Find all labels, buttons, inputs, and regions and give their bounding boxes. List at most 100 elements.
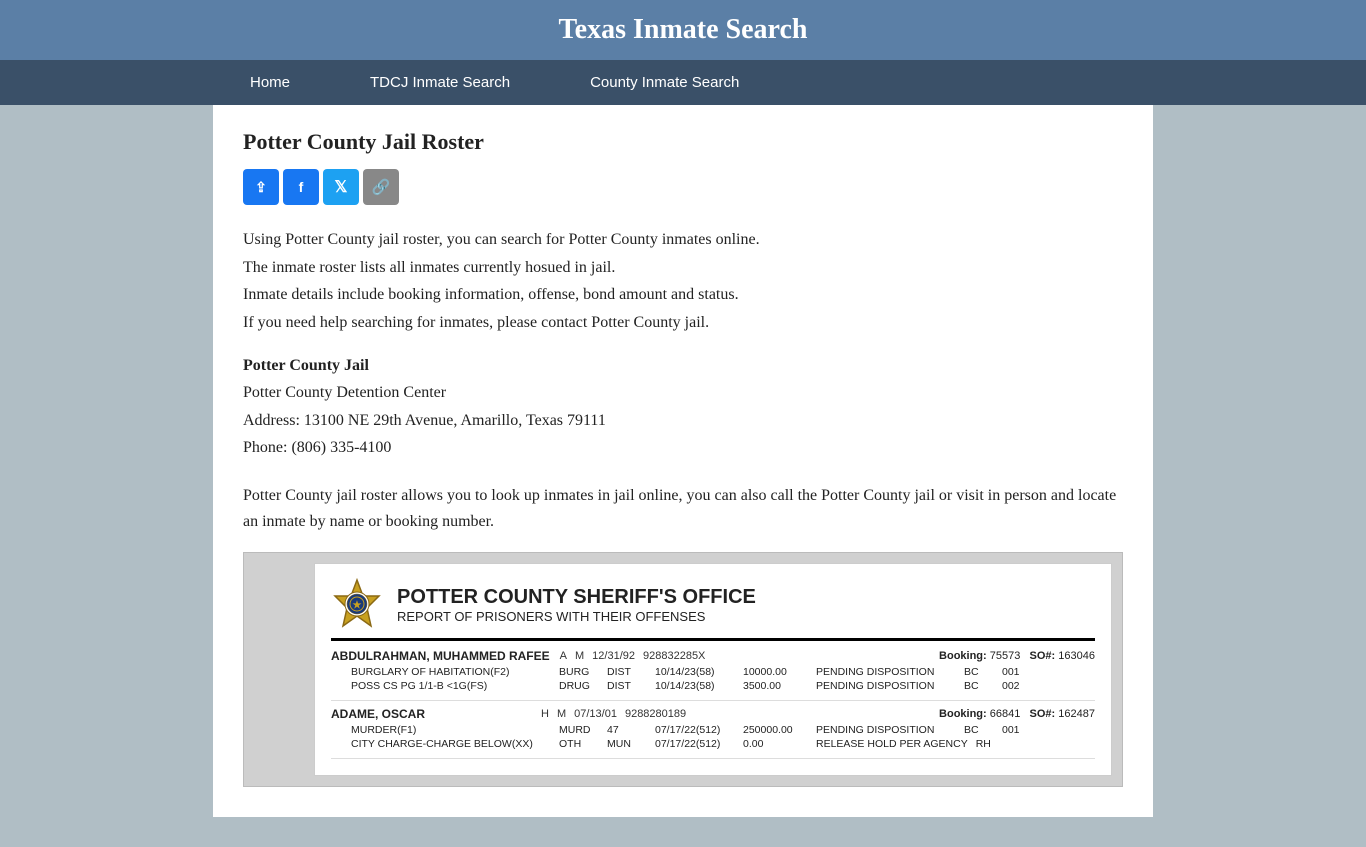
charge-cat: DRUG: [559, 680, 599, 692]
charge-extra: BC: [964, 724, 994, 736]
nav-home[interactable]: Home: [210, 60, 330, 105]
roster-preview-inner: ★ POTTER COUNTY SHERIFF'S OFFICE REPORT …: [314, 563, 1112, 776]
charge-extra: RH: [976, 738, 1006, 750]
inmate-row: ABDULRAHMAN, MUHAMMED RAFEE A M 12/31/92…: [331, 649, 1095, 701]
charge-type: 47: [607, 724, 647, 736]
sheriff-report-title: REPORT OF PRISONERS WITH THEIR OFFENSES: [397, 609, 756, 624]
facebook-icon: f: [299, 179, 304, 195]
desc-line-1: Using Potter County jail roster, you can…: [243, 227, 1123, 253]
inmate-dob: 12/31/92: [592, 650, 635, 662]
sheriff-badge-icon: ★: [331, 578, 383, 630]
charge-amt: 3500.00: [743, 680, 808, 692]
charge-amt: 0.00: [743, 738, 808, 750]
charge-name: CITY CHARGE-CHARGE BELOW(XX): [351, 738, 551, 750]
charge-status: PENDING DISPOSITION: [816, 680, 956, 692]
inmate-race: A: [560, 650, 567, 662]
description-block: Using Potter County jail roster, you can…: [243, 227, 1123, 335]
charge-amt: 250000.00: [743, 724, 808, 736]
charge-cat: MURD: [559, 724, 599, 736]
sheriff-header: ★ POTTER COUNTY SHERIFF'S OFFICE REPORT …: [331, 578, 1095, 630]
charge-name: MURDER(F1): [351, 724, 551, 736]
charge-type: DIST: [607, 666, 647, 678]
charge-line: POSS CS PG 1/1-B <1G(FS) DRUG DIST 10/14…: [331, 680, 1095, 692]
site-title: Texas Inmate Search: [559, 14, 808, 45]
charge-date: 07/17/22(512): [655, 724, 735, 736]
desc-line-4: If you need help searching for inmates, …: [243, 310, 1123, 336]
share-buttons: ⇪ f 𝕏 🔗: [243, 169, 1123, 205]
content-wrapper: Potter County Jail Roster ⇪ f 𝕏 🔗 Using …: [213, 105, 1153, 817]
nav-county[interactable]: County Inmate Search: [550, 60, 779, 105]
so-label: SO#:: [1030, 650, 1056, 662]
charge-status: RELEASE HOLD PER AGENCY: [816, 738, 968, 750]
booking-label: Booking:: [939, 708, 987, 720]
inmate-sid: 928832285X: [643, 650, 705, 662]
charge-num: 001: [1002, 724, 1032, 736]
jail-phone: Phone: (806) 335-4100: [243, 434, 1123, 461]
inmate-sid: 9288280189: [625, 708, 686, 720]
charge-date: 10/14/23(58): [655, 666, 735, 678]
charge-num: 002: [1002, 680, 1032, 692]
booking-num: 75573: [990, 650, 1021, 662]
charge-amt: 10000.00: [743, 666, 808, 678]
booking-info: Booking: 66841 SO#: 162487: [939, 708, 1095, 720]
charge-date: 07/17/22(512): [655, 738, 735, 750]
inmate-race: H: [541, 708, 549, 720]
nav-tdcj[interactable]: TDCJ Inmate Search: [330, 60, 550, 105]
jail-address: Address: 13100 NE 29th Avenue, Amarillo,…: [243, 407, 1123, 434]
desc-line-2: The inmate roster lists all inmates curr…: [243, 255, 1123, 281]
so-num: 163046: [1058, 650, 1095, 662]
share-icon: ⇪: [255, 179, 267, 196]
twitter-button[interactable]: 𝕏: [323, 169, 359, 205]
charge-line: BURGLARY OF HABITATION(F2) BURG DIST 10/…: [331, 666, 1095, 678]
charge-cat: BURG: [559, 666, 599, 678]
charge-type: MUN: [607, 738, 647, 750]
roster-paragraph: Potter County jail roster allows you to …: [243, 483, 1123, 534]
inmate-row: ADAME, OSCAR H M 07/13/01 9288280189 Boo…: [331, 707, 1095, 759]
copy-link-button[interactable]: 🔗: [363, 169, 399, 205]
jail-info-block: Potter County Jail Potter County Detenti…: [243, 357, 1123, 461]
inmate-dob: 07/13/01: [574, 708, 617, 720]
charge-num: 001: [1002, 666, 1032, 678]
charge-line: MURDER(F1) MURD 47 07/17/22(512) 250000.…: [331, 724, 1095, 736]
sheriff-title-block: POTTER COUNTY SHERIFF'S OFFICE REPORT OF…: [397, 585, 756, 624]
inmate-main-line: ADAME, OSCAR H M 07/13/01 9288280189 Boo…: [331, 707, 1095, 721]
inmate-name: ADAME, OSCAR: [331, 707, 531, 721]
charge-extra: BC: [964, 680, 994, 692]
charge-name: POSS CS PG 1/1-B <1G(FS): [351, 680, 551, 692]
inmate-main-line: ABDULRAHMAN, MUHAMMED RAFEE A M 12/31/92…: [331, 649, 1095, 663]
charge-date: 10/14/23(58): [655, 680, 735, 692]
charge-name: BURGLARY OF HABITATION(F2): [351, 666, 551, 678]
charge-status: PENDING DISPOSITION: [816, 666, 956, 678]
charge-line: CITY CHARGE-CHARGE BELOW(XX) OTH MUN 07/…: [331, 738, 1095, 750]
roster-preview-outer: ★ POTTER COUNTY SHERIFF'S OFFICE REPORT …: [243, 552, 1123, 787]
svg-text:★: ★: [353, 600, 362, 611]
inmate-sex: M: [557, 708, 566, 720]
site-header: Texas Inmate Search: [0, 0, 1366, 60]
charge-extra: BC: [964, 666, 994, 678]
facebook-button[interactable]: f: [283, 169, 319, 205]
inmate-name: ABDULRAHMAN, MUHAMMED RAFEE: [331, 649, 550, 663]
inmate-meta: H M 07/13/01 9288280189: [541, 708, 929, 720]
charge-num: [1014, 738, 1044, 750]
share-button[interactable]: ⇪: [243, 169, 279, 205]
charge-type: DIST: [607, 680, 647, 692]
page-body: Potter County Jail Roster ⇪ f 𝕏 🔗 Using …: [0, 105, 1366, 847]
twitter-icon: 𝕏: [335, 177, 348, 197]
charge-cat: OTH: [559, 738, 599, 750]
page-heading: Potter County Jail Roster: [243, 129, 1123, 155]
charge-status: PENDING DISPOSITION: [816, 724, 956, 736]
booking-num: 66841: [990, 708, 1021, 720]
inmate-meta: A M 12/31/92 928832285X: [560, 650, 929, 662]
roster-divider: [331, 638, 1095, 641]
jail-name: Potter County Jail: [243, 357, 1123, 375]
so-num: 162487: [1058, 708, 1095, 720]
link-icon: 🔗: [372, 178, 391, 196]
main-nav: Home TDCJ Inmate Search County Inmate Se…: [0, 60, 1366, 105]
desc-line-3: Inmate details include booking informati…: [243, 282, 1123, 308]
so-label: SO#:: [1030, 708, 1056, 720]
inmate-sex: M: [575, 650, 584, 662]
booking-info: Booking: 75573 SO#: 163046: [939, 650, 1095, 662]
booking-label: Booking:: [939, 650, 987, 662]
sheriff-office-name: POTTER COUNTY SHERIFF'S OFFICE: [397, 585, 756, 609]
jail-facility: Potter County Detention Center: [243, 379, 1123, 406]
